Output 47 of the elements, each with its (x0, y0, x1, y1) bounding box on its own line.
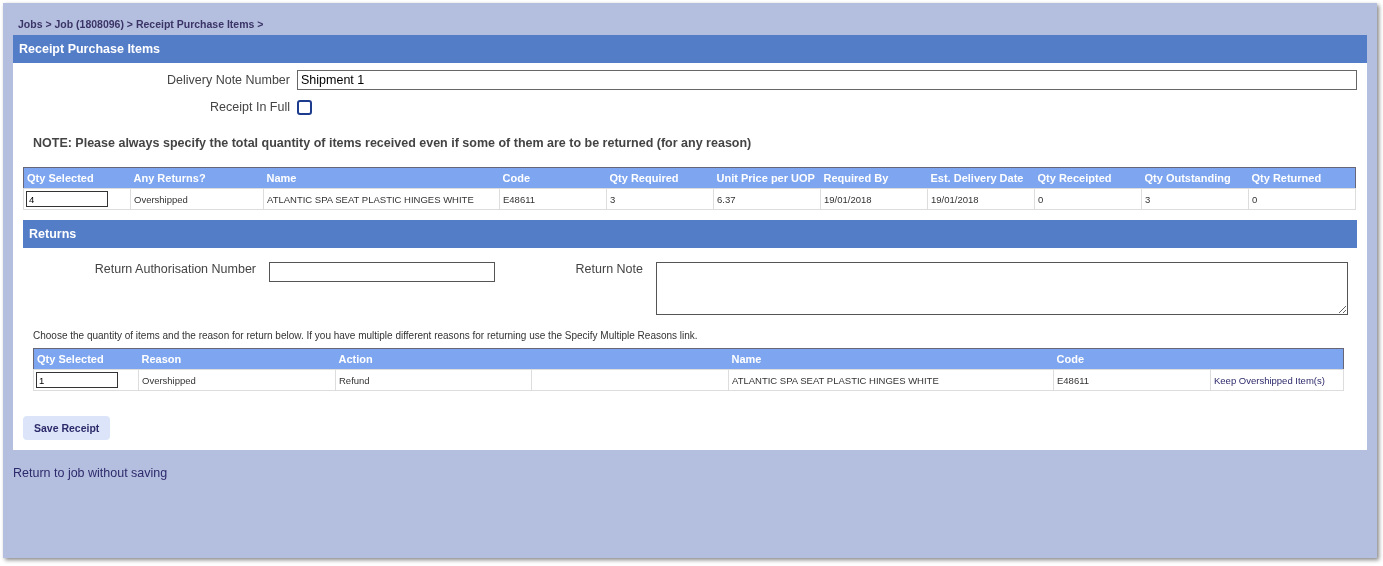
column-header: Code (502, 172, 530, 184)
breadcrumb: Jobs > Job (1808096) > Receipt Purchase Items > (17, 17, 265, 32)
table-cell: Refund (335, 369, 532, 391)
column-header: Unit Price per UOP (716, 172, 815, 184)
table-cell: E48611 (1053, 369, 1211, 391)
save-button[interactable]: Save Receipt (23, 416, 111, 440)
table-cell: Overshipped (130, 188, 264, 210)
return-link[interactable]: Return to job without saving (13, 466, 168, 480)
column-header: Qty Selected (27, 172, 94, 184)
table-cell: 0 (1248, 188, 1356, 210)
qty-field[interactable]: 4 (26, 191, 108, 207)
table-cell: 6.37 (713, 188, 821, 210)
field-label: Return Authorisation Number (93, 262, 256, 276)
note-text: NOTE: Please always specify the total quantity of items received even if some of them are to be returned (for any reason) (33, 136, 753, 150)
table-cell: Overshipped (138, 369, 336, 391)
column-header: Qty Selected (37, 353, 104, 365)
table-cell: 19/01/2018 (927, 188, 1035, 210)
input-field[interactable] (269, 262, 495, 282)
column-header: Any Returns? (133, 172, 206, 184)
column-header: Qty Receipted (1037, 172, 1112, 184)
table-cell: E48611 (499, 188, 607, 210)
text-area[interactable] (656, 262, 1348, 315)
section-title: Returns (29, 227, 77, 241)
column-header: Reason (141, 353, 182, 365)
instructions-text: Choose the quantity of items and the reason for return below. If you have multiple different reasons for returning use the Specify Multiple Reasons link. (33, 330, 699, 341)
table-cell: 0 (1034, 188, 1142, 210)
table-cell: 3 (1141, 188, 1249, 210)
field-label: Delivery Note Number (166, 73, 290, 87)
column-header: Code (1056, 353, 1084, 365)
column-header: Name (266, 172, 297, 184)
qty-field[interactable]: 1 (36, 372, 118, 388)
column-header: Qty Returned (1251, 172, 1322, 184)
field-label: Return Note (574, 262, 643, 276)
input-field[interactable]: Shipment 1 (297, 70, 1357, 90)
table-cell: ATLANTIC SPA SEAT PLASTIC HINGES WHITE (728, 369, 1054, 391)
column-header: Qty Outstanding (1144, 172, 1231, 184)
column-header: Qty Required (609, 172, 679, 184)
column-header: Action (338, 353, 373, 365)
column-header: Est. Delivery Date (930, 172, 1024, 184)
panel-title: Receipt Purchase Items (19, 42, 161, 56)
table-cell: 3 (606, 188, 714, 210)
checkbox[interactable] (297, 99, 312, 115)
column-header: Required By (823, 172, 889, 184)
column-header: Name (731, 353, 762, 365)
field-label: Receipt In Full (209, 100, 290, 114)
table-cell: 19/01/2018 (820, 188, 928, 210)
table-cell: ATLANTIC SPA SEAT PLASTIC HINGES WHITE (263, 188, 500, 210)
